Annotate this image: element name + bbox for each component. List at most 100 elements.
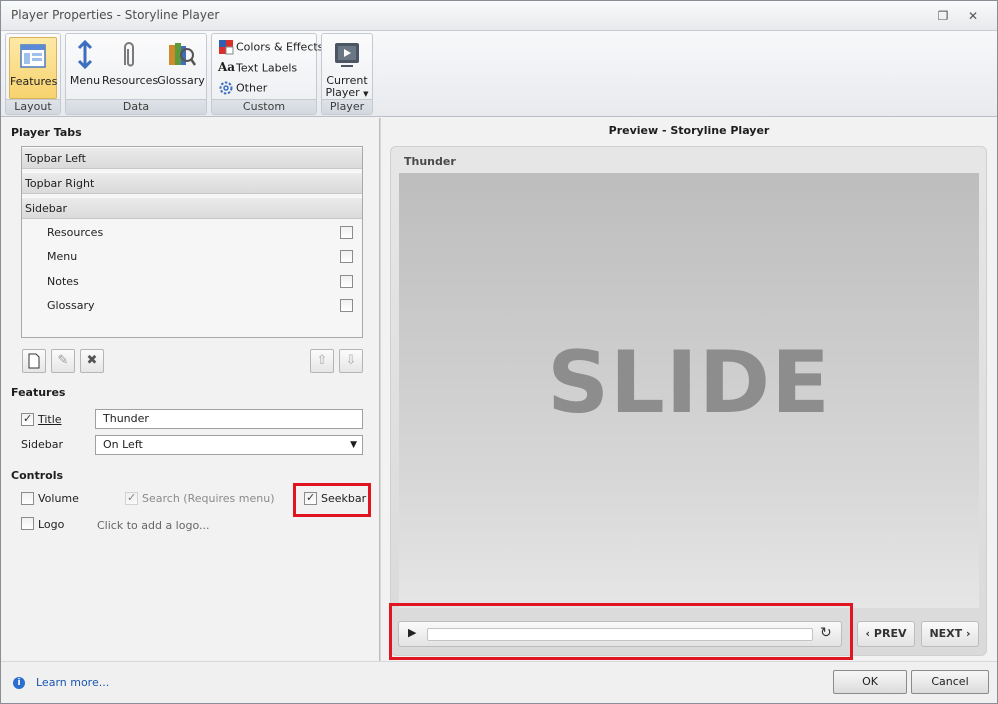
resources-button[interactable]: Resources (102, 37, 159, 99)
text-labels-label: Text Labels (236, 61, 298, 75)
delete-icon: ✖ (86, 353, 98, 368)
title-label-text: Title (38, 413, 62, 426)
ribbon-group-custom: Colors & Effects AaText Labels Other Cus… (211, 33, 323, 115)
group-label-layout: Layout (6, 99, 60, 114)
sidebar-position-select[interactable]: On Left ▼ (95, 435, 363, 455)
tab-sidebar[interactable]: Sidebar (22, 197, 362, 219)
preview-title: Preview - Storyline Player (608, 124, 770, 137)
ribbon-group-layout: Features Layout (5, 33, 61, 115)
chevron-down-icon: ▼ (350, 440, 357, 450)
replay-icon[interactable]: ↻ (820, 625, 832, 641)
close-button[interactable]: ✕ (965, 8, 981, 24)
seekbar-control: ▶ ↻ (398, 621, 842, 647)
volume-label: Volume (38, 492, 79, 505)
menu-label: Menu (69, 74, 101, 87)
arrow-down-icon: ⇩ (345, 353, 357, 368)
prev-button[interactable]: ‹ PREV (857, 621, 915, 647)
current-player-label: Current Player ▼ (324, 75, 370, 100)
resources-checkbox[interactable] (340, 226, 353, 239)
tab-topbar-left[interactable]: Topbar Left (22, 147, 362, 169)
tab-topbar-right[interactable]: Topbar Right (22, 172, 362, 194)
seekbar-checkbox[interactable] (304, 491, 317, 505)
title-input[interactable]: Thunder (95, 409, 363, 429)
group-label-data: Data (66, 99, 206, 114)
edit-tab-button[interactable]: ✎ (51, 349, 75, 373)
controls-title: Controls (11, 469, 64, 482)
player-tabs-title: Player Tabs (11, 126, 82, 139)
edit-pencil-icon: ✎ (57, 353, 69, 368)
logo-label: Logo (38, 518, 65, 531)
sidebar-item-resources-label: Resources (47, 226, 104, 239)
features-label: Features (10, 75, 58, 88)
sidebar-field-label: Sidebar (21, 438, 64, 451)
volume-checkbox[interactable] (21, 492, 34, 505)
search-label: Search (Requires menu) (142, 492, 275, 505)
left-panel: Player Tabs Topbar Left Topbar Right Sid… (1, 118, 378, 661)
glossary-label: Glossary (157, 74, 205, 87)
cancel-button[interactable]: Cancel (911, 670, 989, 694)
slide-placeholder-text: SLIDE (547, 333, 831, 433)
menu-button[interactable]: Menu (68, 37, 102, 99)
ribbon-group-player: Current Player ▼ Player (321, 33, 373, 115)
restore-button[interactable]: ❐ (935, 8, 951, 24)
resources-label: Resources (102, 74, 159, 87)
gear-icon (218, 80, 234, 96)
next-label: NEXT (929, 627, 963, 640)
learn-more-link[interactable]: Learn more... (36, 676, 109, 689)
arrow-up-icon: ⇧ (316, 353, 328, 368)
sidebar-item-glossary-label: Glossary (47, 299, 95, 312)
group-label-player: Player (322, 99, 372, 114)
group-label-custom: Custom (212, 99, 316, 114)
search-checkbox[interactable] (125, 491, 138, 505)
title-bar: Player Properties - Storyline Player ❐ ✕ (1, 1, 997, 31)
paperclip-icon (113, 39, 145, 71)
glossary-button[interactable]: Glossary (157, 37, 205, 99)
sidebar-item-menu-label: Menu (47, 250, 78, 263)
player-tabs-list: Topbar Left Topbar Right Sidebar Resourc… (21, 146, 363, 338)
move-up-button[interactable]: ⇧ (310, 349, 334, 373)
features-icon (17, 40, 49, 72)
new-tab-button[interactable] (22, 349, 46, 373)
glossary-book-icon (165, 39, 197, 71)
move-down-button[interactable]: ⇩ (339, 349, 363, 373)
sidebar-position-value: On Left (103, 438, 143, 451)
add-logo-link[interactable]: Click to add a logo... (97, 519, 209, 532)
chevron-right-icon: › (966, 627, 971, 640)
text-labels-icon: Aa (218, 60, 236, 74)
colors-effects-label: Colors & Effects (236, 40, 324, 54)
dropdown-arrow-icon: ▼ (363, 90, 369, 98)
other-label: Other (236, 81, 268, 95)
ok-button[interactable]: OK (833, 670, 907, 694)
current-player-button[interactable]: Current Player ▼ (324, 37, 370, 99)
player-preview-frame: Thunder SLIDE (390, 146, 987, 656)
list-item: Notes (47, 272, 357, 292)
new-document-icon (28, 353, 40, 369)
ribbon: Features Layout Menu Resources Glossary … (1, 31, 997, 117)
seekbar-label: Seekbar (321, 492, 367, 505)
text-labels-button[interactable]: AaText Labels (218, 60, 297, 78)
dialog-footer: i Learn more... OK Cancel (1, 661, 997, 703)
ribbon-group-data: Menu Resources Glossary Data (65, 33, 207, 115)
sidebar-item-notes-label: Notes (47, 275, 79, 288)
preview-panel: Preview - Storyline Player Thunder SLIDE… (381, 118, 997, 661)
current-player-label-line2: Player (325, 86, 360, 99)
list-item: Menu (47, 247, 357, 267)
features-button[interactable]: Features (9, 37, 57, 99)
menu-checkbox[interactable] (340, 250, 353, 263)
colors-effects-button[interactable]: Colors & Effects (218, 39, 323, 57)
player-title: Thunder (404, 155, 456, 168)
glossary-checkbox[interactable] (340, 299, 353, 312)
prev-label: PREV (873, 627, 907, 640)
play-icon[interactable]: ▶ (408, 626, 416, 639)
list-item: Glossary (47, 296, 357, 316)
delete-tab-button[interactable]: ✖ (80, 349, 104, 373)
other-button[interactable]: Other (218, 80, 267, 98)
title-checkbox[interactable] (21, 412, 34, 426)
seekbar-track[interactable] (427, 628, 813, 641)
next-button[interactable]: NEXT › (921, 621, 979, 647)
logo-checkbox[interactable] (21, 517, 34, 530)
player-properties-window: Player Properties - Storyline Player ❐ ✕… (0, 0, 998, 704)
chevron-left-icon: ‹ (865, 627, 871, 640)
slide-area: SLIDE (399, 173, 979, 608)
notes-checkbox[interactable] (340, 275, 353, 288)
